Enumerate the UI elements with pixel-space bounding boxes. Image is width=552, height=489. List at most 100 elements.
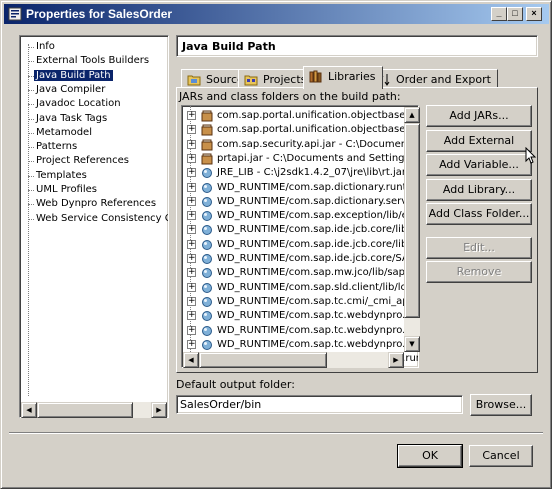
- tree-connector: [28, 104, 34, 106]
- output-folder-field[interactable]: SalesOrder/bin: [176, 395, 463, 414]
- nav-item-label: Javadoc Location: [36, 98, 121, 110]
- expand-icon[interactable]: +: [187, 296, 196, 306]
- nav-item-label: Java Task Tags: [36, 112, 108, 124]
- build-path-list[interactable]: + com.sap.portal.unification.objectbasedn…: [181, 105, 419, 368]
- expand-icon[interactable]: +: [187, 196, 196, 206]
- remove-button[interactable]: Remove: [426, 261, 532, 283]
- close-icon: ×: [531, 8, 537, 18]
- properties-dialog: Properties for SalesOrder _ □ × Info Exte…: [0, 0, 552, 489]
- nav-item[interactable]: Java Build Path: [34, 69, 113, 83]
- nav-item[interactable]: Java Compiler: [36, 83, 105, 97]
- scroll-down-button[interactable]: ▼: [404, 336, 420, 352]
- tree-connector: [28, 61, 34, 63]
- list-horizontal-scrollbar[interactable]: ◀ ▶: [183, 352, 404, 368]
- close-button[interactable]: ×: [526, 7, 542, 21]
- add-library-button[interactable]: Add Library...: [426, 179, 532, 201]
- expand-icon[interactable]: +: [187, 254, 196, 263]
- list-item-label: com.sap.security.api.jar - C:\Documents …: [217, 138, 419, 150]
- nav-item[interactable]: Patterns: [36, 140, 77, 154]
- tree-horizontal-scrollbar[interactable]: ◀ ▶: [21, 402, 167, 418]
- list-vertical-scrollbar[interactable]: ▲ ▼: [404, 107, 420, 352]
- minimize-icon: _: [496, 8, 502, 18]
- nav-item[interactable]: Info: [36, 40, 55, 54]
- nav-item[interactable]: UML Profiles: [36, 183, 97, 197]
- libraries-icon: [309, 70, 322, 83]
- tab-order-and-export[interactable]: Order and Export: [371, 69, 498, 88]
- expand-icon[interactable]: +: [187, 268, 196, 278]
- classpath-variable-icon: [202, 168, 212, 179]
- expand-icon[interactable]: +: [187, 153, 196, 163]
- scroll-thumb[interactable]: [199, 352, 327, 368]
- classpath-variable-icon: [202, 254, 212, 264]
- expand-icon[interactable]: +: [187, 282, 196, 292]
- tab-label: Libraries: [328, 70, 376, 83]
- expand-icon[interactable]: +: [187, 225, 196, 235]
- tree-connector: [28, 47, 34, 48]
- classpath-variable-icon: [202, 311, 212, 322]
- source-folder-icon: [187, 75, 201, 86]
- expand-icon[interactable]: +: [187, 339, 196, 349]
- scroll-right-button[interactable]: ▶: [151, 402, 167, 418]
- nav-item-label: External Tools Builders: [36, 55, 150, 67]
- add-jars-button[interactable]: Add JARs...: [426, 105, 532, 127]
- cancel-button[interactable]: Cancel: [469, 445, 533, 467]
- tab-libraries[interactable]: Libraries: [303, 66, 383, 89]
- tree-connector: [28, 204, 34, 206]
- browse-button[interactable]: Browse...: [470, 394, 532, 416]
- expand-icon[interactable]: +: [187, 239, 196, 249]
- expand-icon[interactable]: +: [187, 325, 196, 335]
- expand-icon[interactable]: +: [187, 211, 196, 221]
- page-title: Java Build Path: [176, 35, 538, 57]
- expand-icon[interactable]: +: [187, 125, 196, 135]
- add-class-folder-button[interactable]: Add Class Folder...: [426, 203, 532, 225]
- list-item-label: WD_RUNTIME/com.sap.sld.client/lib/lcrcli…: [217, 281, 419, 293]
- maximize-icon: □: [512, 8, 518, 18]
- add-external-jars-button[interactable]: Add External JARs...: [426, 130, 532, 167]
- scroll-up-button[interactable]: ▲: [404, 107, 420, 123]
- scroll-thumb[interactable]: [37, 402, 133, 418]
- arrow-right-icon: ▶: [393, 356, 399, 364]
- tree-connector: [28, 118, 34, 120]
- arrow-down-icon: ▼: [409, 340, 415, 348]
- expand-icon[interactable]: +: [187, 111, 196, 120]
- nav-item[interactable]: External Tools Builders: [36, 54, 149, 68]
- minimize-button[interactable]: _: [491, 7, 507, 21]
- nav-item[interactable]: Metamodel: [36, 126, 92, 140]
- tree-connector: [28, 89, 34, 91]
- jar-list-label: JARs and class folders on the build path…: [179, 90, 401, 103]
- nav-item[interactable]: Java Task Tags: [36, 112, 107, 126]
- list-item-label: WD_RUNTIME/com.sap.ide.jcb.core/lib/aii_…: [217, 224, 419, 236]
- list-item-label: com.sap.portal.unification.objectbasedna…: [217, 124, 419, 136]
- nav-item[interactable]: Project References: [36, 154, 129, 168]
- maximize-button[interactable]: □: [507, 7, 523, 21]
- scroll-right-button[interactable]: ▶: [388, 352, 404, 368]
- nav-item[interactable]: Web Dynpro References: [36, 197, 156, 211]
- nav-item-label: Web Dynpro References: [36, 198, 157, 210]
- tree-connector: [28, 190, 34, 191]
- tree-connector: [28, 161, 34, 163]
- tree-connector-line: [28, 44, 29, 396]
- scroll-left-button[interactable]: ◀: [21, 402, 37, 418]
- classpath-variable-icon: [202, 196, 212, 207]
- expand-icon[interactable]: +: [187, 311, 196, 321]
- edit-button[interactable]: Edit...: [426, 237, 532, 259]
- property-pages-tree[interactable]: Info External Tools Builders Java Build Pa…: [19, 35, 169, 418]
- nav-item-label: UML Profiles: [36, 184, 98, 195]
- expand-icon[interactable]: +: [187, 139, 196, 149]
- tab-label: Projects: [263, 73, 307, 86]
- nav-item[interactable]: Web Service Consistency Check: [36, 212, 168, 226]
- title-bar[interactable]: Properties for SalesOrder _ □ ×: [4, 4, 549, 24]
- scroll-left-button[interactable]: ◀: [183, 352, 199, 368]
- classpath-variable-icon: [202, 182, 212, 193]
- nav-item-label: Metamodel: [36, 126, 92, 138]
- nav-item[interactable]: Templates: [36, 169, 87, 183]
- tree-connector: [28, 147, 34, 149]
- add-variable-button[interactable]: Add Variable...: [426, 154, 532, 176]
- classpath-variable-icon: [202, 296, 212, 307]
- ok-button[interactable]: OK: [397, 444, 463, 468]
- nav-item[interactable]: Javadoc Location: [36, 97, 121, 111]
- expand-icon[interactable]: +: [187, 182, 196, 192]
- classpath-variable-icon: [202, 339, 212, 350]
- expand-icon[interactable]: +: [187, 168, 196, 178]
- scroll-thumb[interactable]: [404, 123, 420, 318]
